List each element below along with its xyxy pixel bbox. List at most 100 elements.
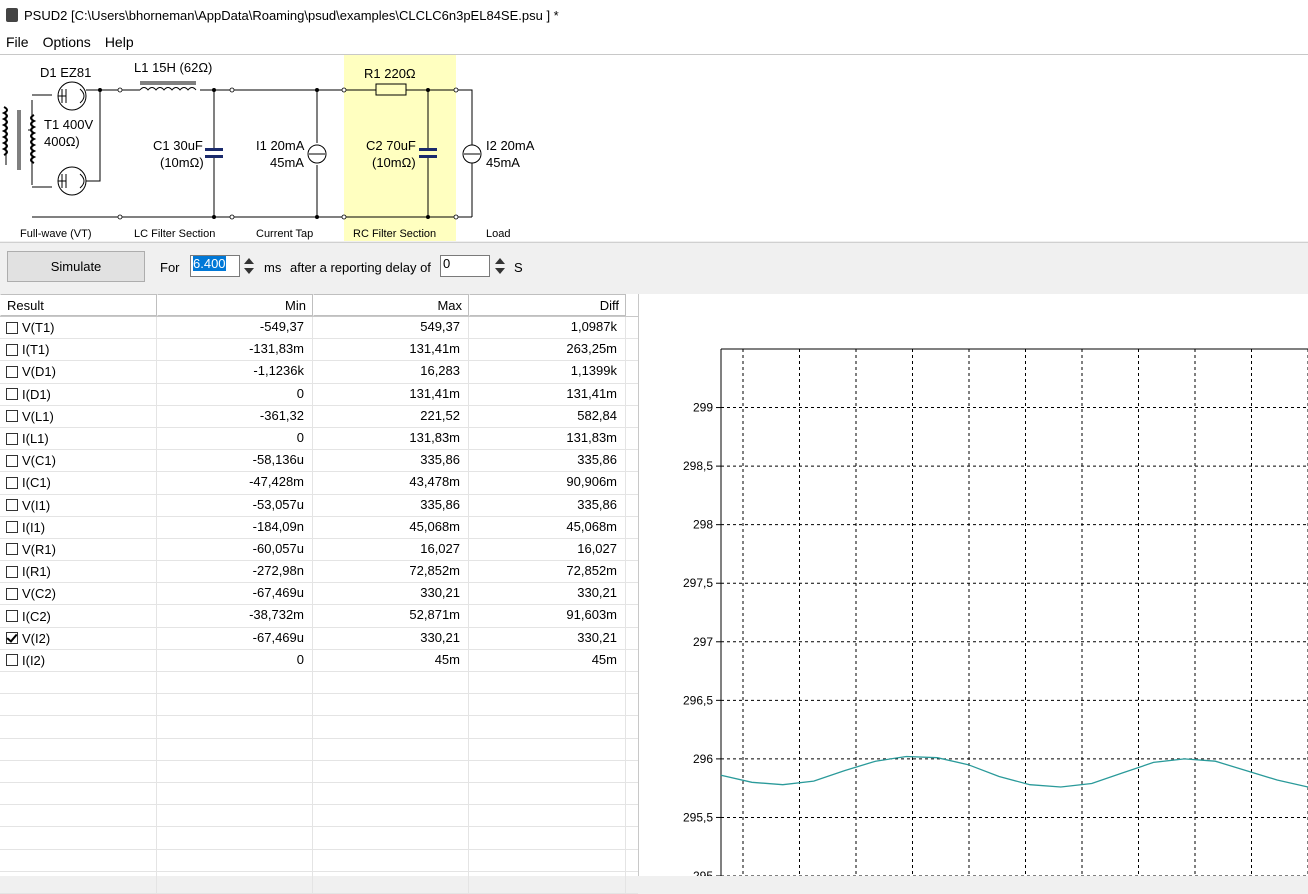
result-name: I(R1) (22, 564, 51, 580)
plot-checkbox[interactable] (6, 476, 18, 489)
empty-row (0, 738, 638, 761)
voltage-plot[interactable]: 299 298,5 298 297,5 297 296,5 296 295,5 295 (639, 294, 1308, 883)
table-row[interactable]: I(R1) -272,98n 72,852m 72,852m (0, 561, 638, 584)
label-c2-capacitance: C2 70uF (366, 138, 416, 153)
header-max[interactable]: Max (313, 294, 469, 316)
table-row[interactable]: V(L1) -361,32 221,52 582,84 (0, 405, 638, 428)
min-cell: -131,83m (157, 339, 313, 361)
table-row[interactable]: I(T1) -131,83m 131,41m 263,25m (0, 339, 638, 362)
result-name-cell: V(L1) (0, 405, 157, 427)
table-row[interactable]: V(T1) -549,37 549,37 1,0987k (0, 317, 638, 340)
label-i2-current: I2 20mA (486, 138, 535, 153)
empty-row (0, 827, 638, 850)
delay-spinner[interactable] (492, 255, 508, 277)
result-name: V(R1) (22, 541, 56, 557)
min-cell: -184,09n (157, 516, 313, 538)
plot-checkbox[interactable] (6, 610, 18, 623)
delay-label: after a reporting delay of (290, 260, 431, 275)
table-row[interactable]: I(I2) 0 45m 45m (0, 649, 638, 672)
schematic-canvas[interactable]: D1 EZ81 L1 15H (62Ω) R1 220Ω T1 400V 400… (0, 55, 1308, 241)
min-cell: -361,32 (157, 405, 313, 427)
min-cell: -53,057u (157, 494, 313, 516)
max-cell: 335,86 (313, 494, 469, 516)
result-name-cell: I(L1) (0, 427, 157, 450)
empty-row (0, 672, 638, 695)
duration-input[interactable]: 6.400 (190, 255, 240, 277)
table-row[interactable]: V(I1) -53,057u 335,86 335,86 (0, 494, 638, 517)
header-min[interactable]: Min (157, 294, 313, 316)
diff-cell: 72,852m (469, 561, 626, 583)
plot-checkbox[interactable] (6, 432, 18, 445)
empty-row (0, 760, 638, 783)
ms-label: ms (264, 260, 282, 275)
max-cell: 43,478m (313, 472, 469, 494)
table-row[interactable]: I(C2) -38,732m 52,871m 91,603m (0, 605, 638, 628)
header-diff[interactable]: Diff (469, 294, 626, 316)
max-cell: 131,83m (313, 427, 469, 450)
diff-cell: 330,21 (469, 583, 626, 605)
min-cell: -60,057u (157, 538, 313, 561)
plot-checkbox[interactable] (6, 388, 18, 401)
plot-checkbox[interactable] (6, 365, 18, 378)
plot-checkbox[interactable] (6, 321, 18, 334)
plot-checkbox[interactable] (6, 587, 18, 600)
menu-bar: File Options Help (0, 30, 1308, 55)
min-cell: -67,469u (157, 583, 313, 605)
empty-row (0, 716, 638, 739)
label-t1-resistance: 400Ω) (44, 134, 80, 149)
plot-checkbox[interactable] (6, 565, 18, 578)
plot-checkbox[interactable] (6, 654, 18, 667)
plot-checkbox[interactable] (6, 543, 18, 556)
diff-cell: 45m (469, 649, 626, 671)
table-row[interactable]: V(I2) -67,469u 330,21 330,21 (0, 627, 638, 650)
menu-help[interactable]: Help (105, 34, 134, 50)
table-row[interactable]: I(L1) 0 131,83m 131,83m (0, 427, 638, 451)
plot-checkbox[interactable] (6, 454, 18, 467)
plot-checkbox[interactable] (6, 632, 18, 645)
plot-checkbox[interactable] (6, 410, 18, 423)
result-name-cell: V(R1) (0, 538, 157, 561)
delay-input[interactable]: 0 (440, 255, 490, 277)
max-cell: 330,21 (313, 627, 469, 649)
section-load: Load (486, 228, 510, 240)
header-result[interactable]: Result (0, 294, 157, 316)
min-cell: 0 (157, 649, 313, 671)
table-row[interactable]: V(C2) -67,469u 330,21 330,21 (0, 583, 638, 606)
plot-checkbox[interactable] (6, 499, 18, 512)
min-cell: -47,428m (157, 472, 313, 494)
diff-cell: 263,25m (469, 339, 626, 361)
result-name-cell: I(R1) (0, 561, 157, 583)
table-row[interactable]: V(D1) -1,1236k 16,283 1,1399k (0, 361, 638, 384)
label-i1-peak: 45mA (270, 155, 304, 170)
diff-cell: 1,0987k (469, 317, 626, 339)
table-row[interactable]: V(C1) -58,136u 335,86 335,86 (0, 450, 638, 473)
y-tick-label: 299 (693, 401, 713, 415)
table-row[interactable]: I(D1) 0 131,41m 131,41m (0, 383, 638, 406)
result-name: I(L1) (22, 431, 49, 447)
menu-options[interactable]: Options (43, 34, 91, 50)
table-row[interactable]: I(I1) -184,09n 45,068m 45,068m (0, 516, 638, 539)
max-cell: 16,027 (313, 538, 469, 561)
max-cell: 16,283 (313, 361, 469, 383)
menu-file[interactable]: File (6, 34, 29, 50)
label-i2-peak: 45mA (486, 155, 520, 170)
results-table: Result Min Max Diff V(T1) -549,37 549,37 1,… (0, 294, 639, 894)
table-row[interactable]: V(R1) -60,057u 16,027 16,027 (0, 538, 638, 562)
label-c1-esr: (10mΩ) (160, 155, 204, 170)
diff-cell: 335,86 (469, 494, 626, 516)
duration-spinner[interactable] (241, 255, 257, 277)
y-tick-label: 297,5 (683, 576, 713, 590)
table-row[interactable]: I(C1) -47,428m 43,478m 90,906m (0, 472, 638, 495)
max-cell: 131,41m (313, 383, 469, 405)
min-cell: -58,136u (157, 450, 313, 472)
min-cell: -38,732m (157, 605, 313, 627)
result-name: V(I1) (22, 497, 51, 513)
empty-row (0, 805, 638, 828)
y-tick-label: 295,5 (683, 810, 713, 824)
result-name: I(D1) (22, 386, 51, 402)
diff-cell: 90,906m (469, 472, 626, 494)
y-tick-label: 298 (693, 518, 713, 532)
simulate-button[interactable]: Simulate (7, 251, 145, 282)
plot-checkbox[interactable] (6, 343, 18, 356)
plot-checkbox[interactable] (6, 521, 18, 534)
